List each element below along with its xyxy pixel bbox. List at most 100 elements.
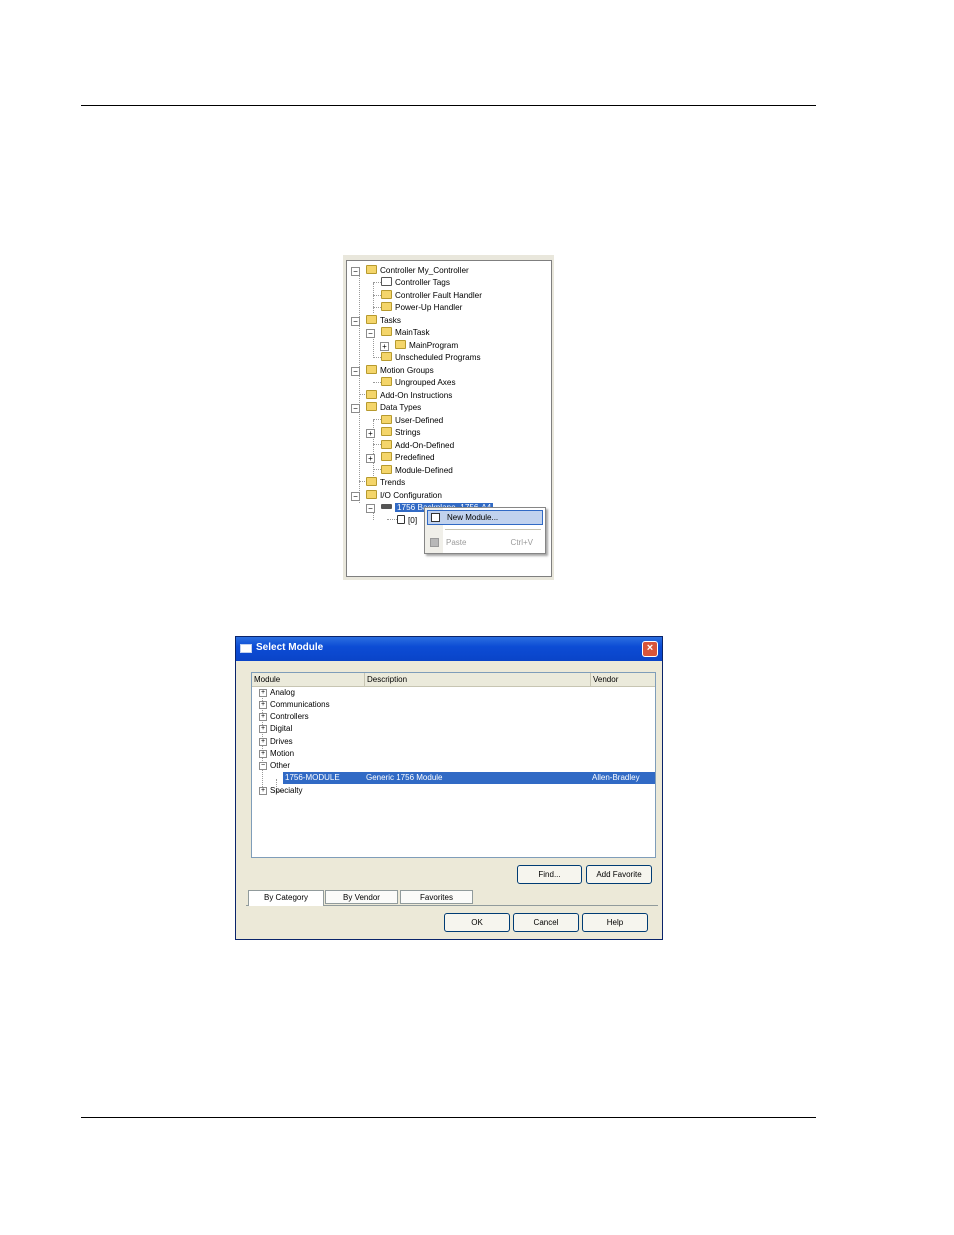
category-label: Controllers <box>270 712 309 721</box>
tab-by-category[interactable]: By Category <box>248 890 324 906</box>
tree-node-addon-defined[interactable]: Add-On-Defined <box>381 440 454 452</box>
tree-node-slot-0[interactable]: [0] <box>397 515 417 527</box>
tree-node-fault-handler[interactable]: Controller Fault Handler <box>381 290 482 302</box>
tree-node-label: Ungrouped Axes <box>395 378 456 387</box>
resize-grip-icon[interactable] <box>652 929 660 937</box>
menu-item-label: New Module... <box>447 513 499 522</box>
column-header-module[interactable]: Module <box>252 673 365 686</box>
tree-node-predefined[interactable]: + Predefined <box>366 452 435 464</box>
collapse-icon[interactable]: − <box>366 504 375 513</box>
tree-node-label: User-Defined <box>395 416 444 425</box>
category-label: Analog <box>270 688 295 697</box>
program-icon <box>395 340 406 349</box>
expand-icon[interactable]: + <box>259 701 267 709</box>
category-label: Motion <box>270 749 295 758</box>
folder-icon <box>366 402 377 411</box>
tree-node-label: I/O Configuration <box>380 491 442 500</box>
menu-item-paste[interactable]: Paste Ctrl+V <box>427 536 541 549</box>
help-button[interactable]: Help <box>582 913 648 932</box>
context-menu: New Module... Paste Ctrl+V <box>424 507 546 554</box>
tree-node-strings[interactable]: + Strings <box>366 427 420 439</box>
tree-node-label: Controller Fault Handler <box>395 291 482 300</box>
category-row-other[interactable]: − Other <box>252 760 655 772</box>
find-button[interactable]: Find... <box>517 865 582 884</box>
category-label: Other <box>270 761 291 770</box>
collapse-icon[interactable]: − <box>351 367 360 376</box>
folder-icon <box>366 490 377 499</box>
tree-node-label: Controller My_Controller <box>380 266 469 275</box>
window-icon <box>240 644 252 653</box>
tree-node-controller-tags[interactable]: Controller Tags <box>381 277 450 289</box>
select-module-dialog: Select Module × Module Description Vendo… <box>235 636 663 940</box>
folder-icon <box>366 390 377 399</box>
expand-icon[interactable]: + <box>259 725 267 733</box>
collapse-icon[interactable]: − <box>351 267 360 276</box>
category-label: Communications <box>270 700 330 709</box>
close-button[interactable]: × <box>642 641 658 657</box>
tree-node-powerup-handler[interactable]: Power-Up Handler <box>381 302 462 314</box>
tab-favorites[interactable]: Favorites <box>400 890 473 904</box>
collapse-icon[interactable]: − <box>351 317 360 326</box>
expand-icon[interactable]: + <box>259 738 267 746</box>
collapse-icon[interactable]: − <box>351 404 360 413</box>
expand-icon[interactable]: + <box>366 454 375 463</box>
tree-node-mainprogram[interactable]: + MainProgram <box>380 340 459 352</box>
add-favorite-button[interactable]: Add Favorite <box>586 865 652 884</box>
tree-node-ungrouped-axes[interactable]: Ungrouped Axes <box>381 377 456 389</box>
tree-node-trends[interactable]: Trends <box>366 477 405 489</box>
category-row-controllers[interactable]: + Controllers <box>252 711 655 723</box>
folder-icon <box>366 315 377 324</box>
expand-icon[interactable]: + <box>259 689 267 697</box>
column-header-description[interactable]: Description <box>365 673 591 686</box>
category-label: Specialty <box>270 786 303 795</box>
tree-node-label: Motion Groups <box>380 366 434 375</box>
datatype-folder-icon <box>381 465 392 474</box>
menu-item-shortcut: Ctrl+V <box>510 538 533 547</box>
collapse-icon[interactable]: − <box>259 762 267 770</box>
expand-icon[interactable]: + <box>259 750 267 758</box>
expand-icon[interactable]: + <box>259 713 267 721</box>
tree-node-label: MainProgram <box>409 341 459 350</box>
category-row-communications[interactable]: + Communications <box>252 699 655 711</box>
expand-icon[interactable]: + <box>380 342 389 351</box>
folder-icon <box>381 352 392 361</box>
ok-button[interactable]: OK <box>444 913 510 932</box>
tree-node-controller[interactable]: − Controller My_Controller <box>351 265 469 277</box>
folder-icon <box>366 265 377 274</box>
tab-by-vendor[interactable]: By Vendor <box>325 890 398 904</box>
cancel-button[interactable]: Cancel <box>513 913 579 932</box>
tree-node-addon-instructions[interactable]: Add-On Instructions <box>366 390 452 402</box>
category-row-specialty[interactable]: + Specialty <box>252 785 655 797</box>
footer-rule <box>81 1117 816 1118</box>
folder-icon <box>366 365 377 374</box>
dialog-titlebar[interactable]: Select Module × <box>236 637 662 661</box>
category-row-digital[interactable]: + Digital <box>252 723 655 735</box>
category-row-motion[interactable]: + Motion <box>252 748 655 760</box>
close-icon: × <box>646 642 654 654</box>
tree-node-user-defined[interactable]: User-Defined <box>381 415 443 427</box>
tree-node-module-defined[interactable]: Module-Defined <box>381 465 453 477</box>
folder-icon <box>366 477 377 486</box>
tree-node-label: Tasks <box>380 316 401 325</box>
tree-node-tasks[interactable]: − Tasks <box>351 315 401 327</box>
tree-node-data-types[interactable]: − Data Types <box>351 402 421 414</box>
tree-node-maintask[interactable]: − MainTask <box>366 327 430 339</box>
category-row-drives[interactable]: + Drives <box>252 736 655 748</box>
collapse-icon[interactable]: − <box>351 492 360 501</box>
header-rule <box>81 105 816 106</box>
module-row-selected[interactable]: 1756-MODULE Generic 1756 Module Allen-Br… <box>283 772 655 784</box>
module-list-header: Module Description Vendor <box>252 673 655 687</box>
tree-node-motion-groups[interactable]: − Motion Groups <box>351 365 434 377</box>
expand-icon[interactable]: + <box>259 787 267 795</box>
collapse-icon[interactable]: − <box>366 329 375 338</box>
tree-node-label: MainTask <box>395 328 430 337</box>
tree-node-io-configuration[interactable]: − I/O Configuration <box>351 490 442 502</box>
tree-node-unscheduled[interactable]: Unscheduled Programs <box>381 352 481 364</box>
menu-separator <box>445 529 541 530</box>
expand-icon[interactable]: + <box>366 429 375 438</box>
controller-module-icon <box>397 515 405 524</box>
category-row-analog[interactable]: + Analog <box>252 687 655 699</box>
datatype-folder-icon <box>381 427 392 436</box>
menu-item-new-module[interactable]: New Module... <box>427 510 543 525</box>
column-header-vendor[interactable]: Vendor <box>591 673 655 686</box>
